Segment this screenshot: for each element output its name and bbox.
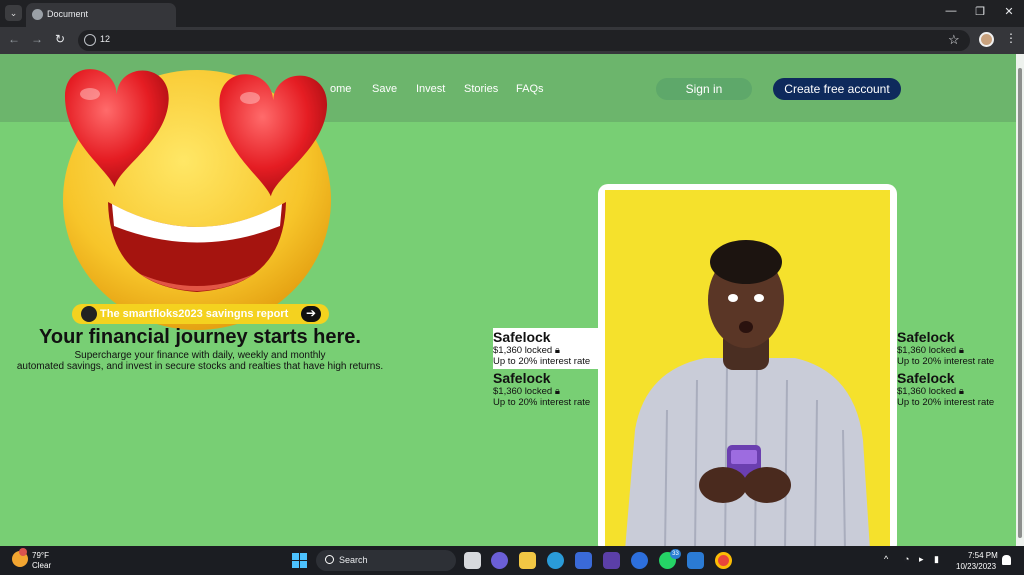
jw-app-icon[interactable] [603,552,620,569]
stat-locked: $1,360 locked [897,345,957,356]
stat-title: Safelock [897,329,955,345]
stat-block: Safelock $1,360 locked 🔒︎ Up to 20% inte… [897,329,1005,368]
man-with-phone-image [625,240,870,546]
zoom-app-icon[interactable] [631,552,648,569]
store-icon[interactable] [575,552,592,569]
hero-subtitle: Supercharge your finance with daily, wee… [0,350,400,372]
stat-rate: Up to 20% interest rate [493,397,591,408]
search-icon [325,555,334,564]
profile-avatar[interactable] [979,32,994,47]
address-text: 12 [100,34,111,44]
notification-bell-icon[interactable] [1002,555,1011,565]
weather-description[interactable]: Clear [32,561,51,570]
whatsapp-badge: 33 [670,549,681,559]
soccer-ball-icon [81,306,97,322]
volume-icon[interactable]: ▸ [919,554,924,565]
nav-invest[interactable]: Invest [416,83,445,95]
scrollbar-thumb[interactable] [1018,68,1022,538]
stat-locked: $1,360 locked [493,345,553,356]
stat-block: Safelock $1,360 locked 🔒︎ Up to 20% inte… [493,329,601,368]
lock-icon: 🔒︎ [958,345,964,356]
clock-time[interactable]: 7:54 PM [968,551,998,560]
edge-browser-icon[interactable] [547,552,564,569]
lock-icon: 🔒︎ [554,345,560,356]
stat-rate: Up to 20% interest rate [897,397,995,408]
browser-menu-button[interactable]: ⋮ [1005,31,1017,45]
wifi-icon[interactable]: ◔ [904,554,909,564]
forward-button[interactable]: → [29,32,45,46]
stat-rate: Up to 20% interest rate [493,356,591,367]
task-view-icon[interactable] [464,552,481,569]
browser-toolbar: ← → ↻ 12 [0,27,1024,54]
address-bar[interactable]: 12 [78,30,970,51]
stat-title: Safelock [897,370,955,386]
sign-in-button[interactable]: Sign in [656,78,752,100]
tab-title: Document [47,9,89,19]
hero-subtitle-line-2: automated savings, and invest in secure … [16,361,384,372]
lock-icon: 🔒︎ [958,386,964,397]
back-button[interactable]: ← [6,32,22,46]
taskbar-search[interactable]: Search [316,550,456,571]
report-pill[interactable]: The smartfloks2023 savingns report ➔ [72,304,329,324]
stat-block: Safelock $1,360 locked 🔒︎ Up to 20% inte… [493,370,601,409]
reload-button[interactable]: ↻ [52,32,68,46]
stat-rate: Up to 20% interest rate [897,356,995,367]
weather-alert-badge [19,548,27,556]
windows-start-icon[interactable] [292,553,307,568]
hero-photo [605,190,890,546]
stat-locked: $1,360 locked [897,386,957,397]
lock-icon: 🔒︎ [554,386,560,397]
browser-tab-strip: ⌄ Document — ❐ ✕ [0,0,1024,27]
create-account-button[interactable]: Create free account [773,78,901,100]
tray-overflow-chevron[interactable]: ^ [884,554,888,564]
hero-subtitle-line-1: Supercharge your finance with daily, wee… [74,350,326,361]
nav-stories[interactable]: Stories [464,83,498,95]
stat-locked: $1,360 locked [493,386,553,397]
stat-block: Safelock $1,360 locked 🔒︎ Up to 20% inte… [897,370,1005,409]
nav-faqs[interactable]: FAQs [516,83,544,95]
clock-date[interactable]: 10/23/2023 [956,562,996,571]
hero-title: Your financial journey starts here. [39,326,361,348]
windows-taskbar: 79°F Clear Search 33 ^ ◔ ▸ ▮ 7:54 PM 10/… [0,546,1024,575]
globe-icon [32,9,43,20]
nav-save[interactable]: Save [372,83,397,95]
close-window-button[interactable]: ✕ [1001,5,1017,18]
browser-tab[interactable]: Document [26,3,176,27]
stat-title: Safelock [493,329,551,345]
restore-button[interactable]: ❐ [972,5,988,18]
vscode-icon[interactable] [687,552,704,569]
minimize-button[interactable]: — [943,5,959,17]
heart-eyes-emoji-icon [63,69,331,330]
page-scrollbar[interactable] [1016,54,1024,546]
info-icon[interactable] [84,34,96,46]
weather-temperature[interactable]: 79°F [32,551,49,560]
arrow-right-icon[interactable]: ➔ [301,306,321,322]
web-page: ome Save Invest Stories FAQs Sign in Cre… [0,54,1016,546]
search-label: Search [339,555,368,565]
battery-icon[interactable]: ▮ [934,554,939,565]
bookmark-star-icon[interactable]: ☆ [948,32,960,48]
tab-search-button[interactable]: ⌄ [5,5,22,21]
report-pill-text: The smartfloks2023 savingns report [100,308,289,320]
file-explorer-icon[interactable] [519,552,536,569]
chrome-icon[interactable] [715,552,732,569]
stat-title: Safelock [493,370,551,386]
meet-app-icon[interactable] [491,552,508,569]
